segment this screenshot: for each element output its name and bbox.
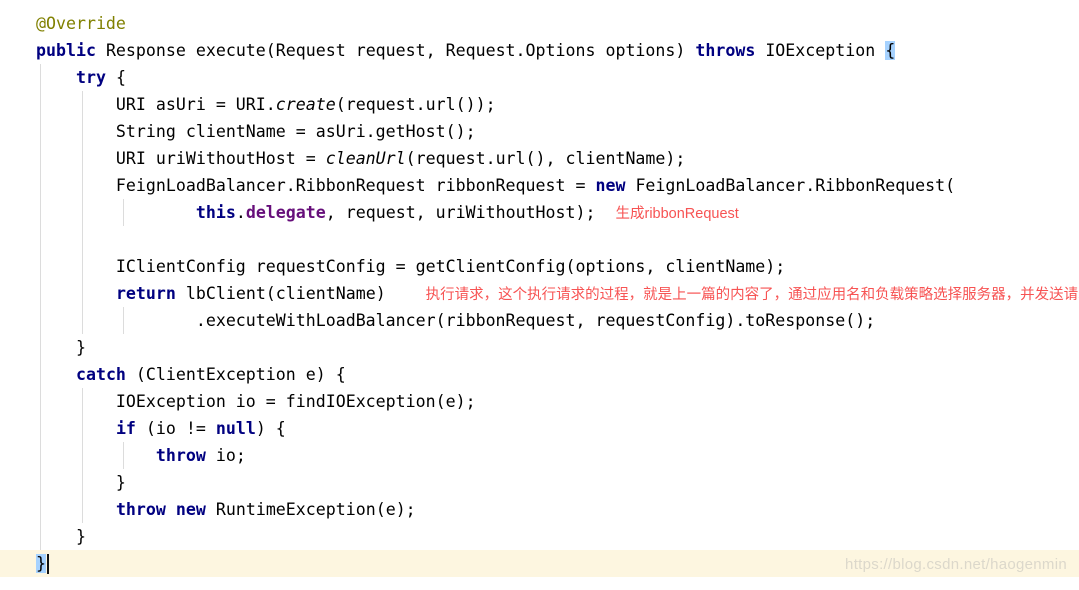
code-line[interactable]: }	[0, 334, 1079, 361]
code-line[interactable]: URI uriWithoutHost = cleanUrl(request.ur…	[0, 145, 1079, 172]
code-line[interactable]: this.delegate, request, uriWithoutHost);…	[0, 199, 1079, 226]
code-line[interactable]: if (io != null) {	[0, 415, 1079, 442]
code-line[interactable]: IOException io = findIOException(e);	[0, 388, 1079, 415]
red-annotation-note: 生成ribbonRequest	[615, 206, 739, 222]
csdn-watermark-url: https://blog.csdn.net/haogenmin	[845, 556, 1067, 573]
code-line[interactable]: URI asUri = URI.create(request.url());	[0, 91, 1079, 118]
code-line[interactable]: return lbClient(clientName) 执行请求，这个执行请求的…	[0, 280, 1079, 307]
code-line[interactable]: FeignLoadBalancer.RibbonRequest ribbonRe…	[0, 172, 1079, 199]
code-line[interactable]: .executeWithLoadBalancer(ribbonRequest, …	[0, 307, 1079, 334]
code-line[interactable]: public Response execute(Request request,…	[0, 37, 1079, 64]
code-line[interactable]: catch (ClientException e) {	[0, 361, 1079, 388]
code-line[interactable]	[0, 226, 1079, 253]
code-line[interactable]: try {	[0, 64, 1079, 91]
code-line[interactable]: @Override	[0, 10, 1079, 37]
matched-brace: }	[36, 554, 46, 573]
matched-brace: {	[885, 41, 896, 60]
code-line[interactable]: throw new RuntimeException(e);	[0, 496, 1079, 523]
code-area[interactable]: @Override public Response execute(Request…	[0, 10, 1079, 577]
code-line[interactable]: throw io;	[0, 442, 1079, 469]
code-line[interactable]: String clientName = asUri.getHost();	[0, 118, 1079, 145]
code-line[interactable]: IClientConfig requestConfig = getClientC…	[0, 253, 1079, 280]
code-line[interactable]: }	[0, 469, 1079, 496]
text-caret	[47, 553, 49, 574]
code-editor-viewport[interactable]: @Override public Response execute(Request…	[0, 0, 1079, 590]
red-annotation-note: 执行请求，这个执行请求的过程，就是上一篇的内容了，通过应用名和负载策略选择服务器…	[425, 287, 1079, 303]
code-line[interactable]: }	[0, 523, 1079, 550]
